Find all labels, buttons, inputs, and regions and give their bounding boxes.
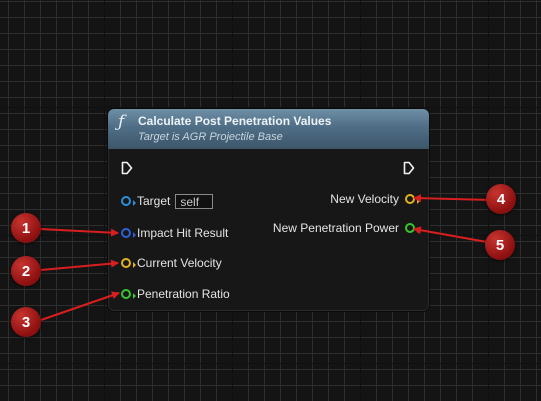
input-label: Penetration Ratio	[137, 287, 230, 301]
target-default-field[interactable]: self	[175, 193, 214, 209]
input-penetration-ratio[interactable]: Penetration Ratio	[121, 286, 230, 302]
object-pin-icon[interactable]	[121, 196, 136, 206]
input-label: Target	[137, 194, 171, 208]
output-label: New Velocity	[330, 192, 399, 206]
node-title: Calculate Post Penetration Values	[138, 114, 332, 128]
node-subtitle: Target is AGR Projectile Base	[138, 131, 283, 143]
output-label: New Penetration Power	[272, 221, 399, 235]
float-pin-icon[interactable]	[405, 223, 420, 233]
function-icon: ƒ	[118, 112, 125, 132]
blueprint-node[interactable]: ƒ Calculate Post Penetration Values Targ…	[107, 108, 430, 312]
vector-pin-icon[interactable]	[405, 194, 420, 204]
struct-pin-icon[interactable]	[121, 228, 136, 238]
annotation-badge-2: 2	[11, 256, 41, 286]
vector-pin-icon[interactable]	[121, 258, 136, 268]
output-new-penetration-power[interactable]: New Penetration Power	[272, 220, 420, 236]
exec-in-pin-icon[interactable]	[121, 161, 133, 175]
input-label: Current Velocity	[137, 256, 222, 270]
annotation-badge-1: 1	[11, 213, 41, 243]
input-current-velocity[interactable]: Current Velocity	[121, 255, 222, 271]
annotation-badge-5: 5	[485, 230, 515, 260]
annotation-badge-4: 4	[486, 184, 516, 214]
node-header[interactable]: ƒ Calculate Post Penetration Values Targ…	[108, 109, 429, 149]
input-impact-hit-result[interactable]: Impact Hit Result	[121, 225, 228, 241]
annotation-badge-3: 3	[11, 307, 41, 337]
output-new-velocity[interactable]: New Velocity	[330, 191, 420, 207]
input-label: Impact Hit Result	[137, 226, 229, 240]
exec-out-pin-icon[interactable]	[403, 161, 415, 175]
float-pin-icon[interactable]	[121, 289, 136, 299]
input-target[interactable]: Target self	[121, 193, 214, 209]
